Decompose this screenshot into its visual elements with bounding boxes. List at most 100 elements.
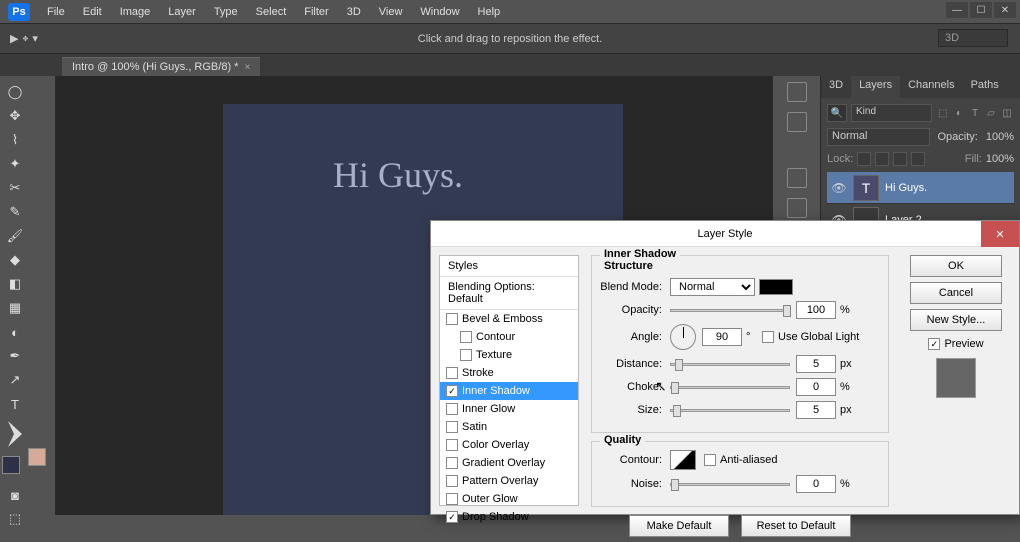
make-default-button[interactable]: Make Default <box>629 515 729 537</box>
style-texture[interactable]: Texture <box>440 346 578 364</box>
style-inner-glow[interactable]: Inner Glow <box>440 400 578 418</box>
menu-view[interactable]: View <box>370 0 412 24</box>
style-checkbox[interactable] <box>446 493 458 505</box>
style-contour[interactable]: Contour <box>440 328 578 346</box>
move-tool[interactable]: ✥ <box>3 105 27 127</box>
brush-tool[interactable]: 🖌 <box>3 225 27 247</box>
filter-type-icon[interactable]: T <box>968 106 982 120</box>
noise-slider[interactable] <box>670 483 790 486</box>
menu-layer[interactable]: Layer <box>159 0 205 24</box>
stamp-tool[interactable]: ◆ <box>3 249 27 271</box>
gradient-tool[interactable]: ▦ <box>3 297 27 319</box>
global-light-checkbox[interactable] <box>762 331 774 343</box>
menu-3d[interactable]: 3D <box>338 0 370 24</box>
choke-slider[interactable] <box>670 386 790 389</box>
wand-tool[interactable]: ✦ <box>3 153 27 175</box>
minimize-button[interactable]: — <box>946 2 968 18</box>
style-gradient-overlay[interactable]: Gradient Overlay <box>440 454 578 472</box>
menu-help[interactable]: Help <box>469 0 510 24</box>
reset-default-button[interactable]: Reset to Default <box>741 515 851 537</box>
shadow-color-swatch[interactable] <box>759 279 793 295</box>
style-checkbox[interactable] <box>446 421 458 433</box>
dodge-tool[interactable]: ◐ <box>3 321 27 343</box>
style-stroke[interactable]: Stroke <box>440 364 578 382</box>
menu-image[interactable]: Image <box>111 0 160 24</box>
style-bevel-emboss[interactable]: Bevel & Emboss <box>440 310 578 328</box>
menu-file[interactable]: File <box>38 0 74 24</box>
maximize-button[interactable]: ☐ <box>970 2 992 18</box>
filter-search-icon[interactable]: 🔍 <box>827 104 847 122</box>
size-input[interactable] <box>796 401 836 419</box>
path-tool[interactable]: ↗ <box>3 369 27 391</box>
style-checkbox[interactable] <box>446 475 458 487</box>
dock-icon[interactable] <box>787 168 807 188</box>
preview-checkbox[interactable] <box>928 338 940 350</box>
menu-select[interactable]: Select <box>247 0 296 24</box>
dock-icon[interactable] <box>787 112 807 132</box>
pen-tool[interactable]: ✒ <box>3 345 27 367</box>
layer-thumb[interactable]: T <box>853 175 879 201</box>
mode-3d-select[interactable]: 3D <box>938 29 1008 47</box>
screen-mode-icon[interactable]: ⬚ <box>3 508 27 530</box>
crop-tool[interactable]: ✂ <box>3 177 27 199</box>
layer-row[interactable]: 👁THi Guys. <box>827 172 1014 204</box>
style-pattern-overlay[interactable]: Pattern Overlay <box>440 472 578 490</box>
style-checkbox[interactable] <box>446 385 458 397</box>
opacity-input[interactable] <box>796 301 836 319</box>
lasso-tool[interactable]: ⌇ <box>3 129 27 151</box>
style-checkbox[interactable] <box>446 439 458 451</box>
style-satin[interactable]: Satin <box>440 418 578 436</box>
lock-position-icon[interactable] <box>893 152 907 166</box>
document-tab[interactable]: Intro @ 100% (Hi Guys., RGB/8) * × <box>62 57 260 76</box>
dock-icon[interactable] <box>787 82 807 102</box>
eyedropper-tool[interactable]: ✎ <box>3 201 27 223</box>
menu-window[interactable]: Window <box>411 0 468 24</box>
opacity-slider[interactable] <box>670 309 790 312</box>
filter-adjust-icon[interactable]: ◐ <box>952 106 966 120</box>
menu-type[interactable]: Type <box>205 0 247 24</box>
dock-icon[interactable] <box>787 198 807 218</box>
style-checkbox[interactable] <box>446 403 458 415</box>
blend-mode-select[interactable]: Normal <box>827 128 930 146</box>
filter-shape-icon[interactable]: ▱ <box>984 106 998 120</box>
opacity-value[interactable]: 100% <box>986 131 1014 143</box>
eraser-tool[interactable]: ◧ <box>3 273 27 295</box>
cancel-button[interactable]: Cancel <box>910 282 1002 304</box>
ok-button[interactable]: OK <box>910 255 1002 277</box>
close-button[interactable]: ✕ <box>994 2 1016 18</box>
style-drop-shadow[interactable]: Drop Shadow <box>440 508 578 526</box>
panel-tab-paths[interactable]: Paths <box>963 76 1007 98</box>
distance-slider[interactable] <box>670 363 790 366</box>
kind-select[interactable]: Kind <box>851 104 932 122</box>
lock-trans-icon[interactable] <box>857 152 871 166</box>
lock-all-icon[interactable] <box>911 152 925 166</box>
lock-pixels-icon[interactable] <box>875 152 889 166</box>
filter-image-icon[interactable]: ⬚ <box>936 106 950 120</box>
size-slider[interactable] <box>670 409 790 412</box>
blend-mode-select[interactable]: Normal <box>670 278 755 296</box>
contour-swatch[interactable] <box>670 450 696 470</box>
style-checkbox[interactable] <box>446 457 458 469</box>
style-outer-glow[interactable]: Outer Glow <box>440 490 578 508</box>
antialias-checkbox[interactable] <box>704 454 716 466</box>
style-checkbox[interactable] <box>446 511 458 523</box>
quick-mask-icon[interactable]: ◙ <box>3 484 27 506</box>
menu-edit[interactable]: Edit <box>74 0 111 24</box>
style-color-overlay[interactable]: Color Overlay <box>440 436 578 454</box>
panel-tab-channels[interactable]: Channels <box>900 76 962 98</box>
marquee-tool[interactable]: ◯ <box>3 81 27 103</box>
blending-options-item[interactable]: Blending Options: Default <box>440 277 578 310</box>
style-checkbox[interactable] <box>446 367 458 379</box>
type-tool[interactable]: T <box>3 393 27 415</box>
distance-input[interactable] <box>796 355 836 373</box>
visibility-icon[interactable]: 👁 <box>831 181 847 195</box>
angle-input[interactable] <box>702 328 742 346</box>
panel-tab-3d[interactable]: 3D <box>821 76 851 98</box>
style-checkbox[interactable] <box>460 331 472 343</box>
new-style-button[interactable]: New Style... <box>910 309 1002 331</box>
filter-smart-icon[interactable]: ◫ <box>1000 106 1014 120</box>
style-checkbox[interactable] <box>460 349 472 361</box>
noise-input[interactable] <box>796 475 836 493</box>
dialog-close-button[interactable]: ✕ <box>981 221 1019 247</box>
panel-tab-layers[interactable]: Layers <box>851 76 900 98</box>
